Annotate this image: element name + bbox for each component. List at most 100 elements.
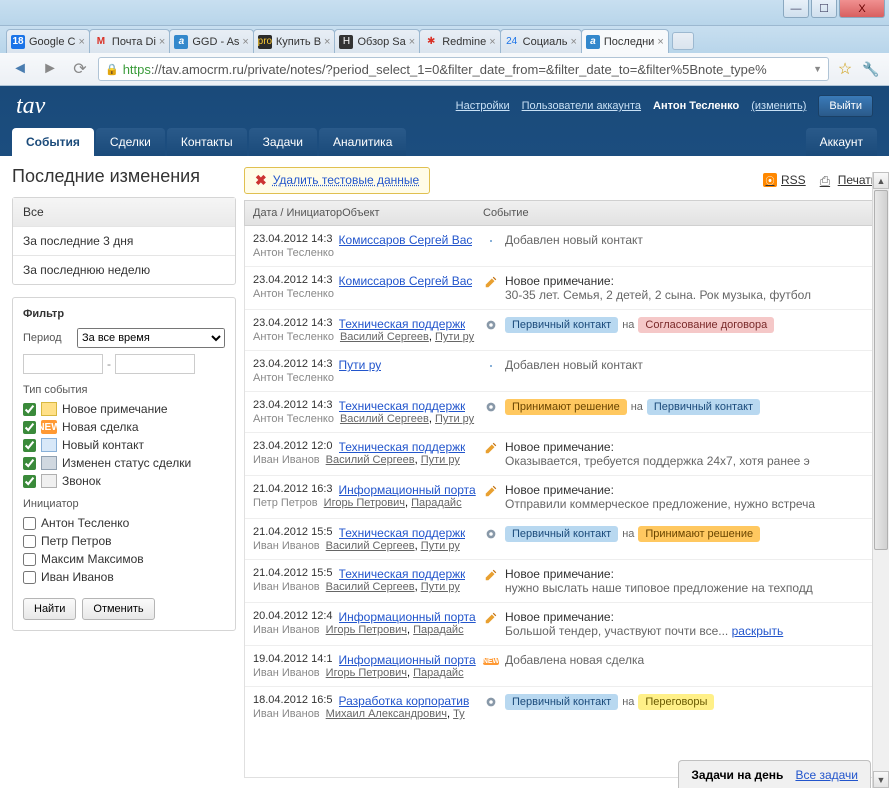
tab-close-icon[interactable]: × xyxy=(75,36,84,48)
event-sub-link[interactable]: Парадайс xyxy=(413,624,463,636)
chk-initiator[interactable] xyxy=(23,517,36,530)
tab-events[interactable]: События xyxy=(12,128,94,156)
chk-contact[interactable] xyxy=(23,439,36,452)
event-sub-link[interactable]: Василий Сергеев xyxy=(340,331,429,343)
reload-button[interactable]: ⟳ xyxy=(68,57,92,81)
event-sub-link[interactable]: Парадайс xyxy=(413,667,463,679)
tab-close-icon[interactable]: × xyxy=(156,36,165,48)
event-object-link[interactable]: Комиссаров Сергей Вас xyxy=(339,233,473,247)
event-sub-link[interactable]: Пути ру xyxy=(435,413,474,425)
chk-call[interactable] xyxy=(23,475,36,488)
page-scrollbar[interactable]: ▲ ▼ xyxy=(872,172,889,788)
chk-status[interactable] xyxy=(23,457,36,470)
event-sub-link[interactable]: Василий Сергеев xyxy=(326,454,415,466)
window-maximize[interactable]: ☐ xyxy=(811,0,837,18)
change-user-link[interactable]: (изменить) xyxy=(751,100,806,112)
event-sub-link[interactable]: Пути ру xyxy=(421,581,460,593)
event-sub-link[interactable]: Василий Сергеев xyxy=(326,581,415,593)
find-button[interactable]: Найти xyxy=(23,598,76,620)
browser-tab[interactable]: HОбзор Sa× xyxy=(334,29,420,53)
event-row: 20.04.2012 12:4Информационный порта Иван… xyxy=(245,602,876,645)
window-minimize[interactable]: — xyxy=(783,0,809,18)
browser-tab[interactable]: aПоследни× xyxy=(581,29,669,53)
event-object-link[interactable]: Техническая поддержк xyxy=(339,317,466,331)
scroll-thumb[interactable] xyxy=(874,190,888,550)
tab-close-icon[interactable]: × xyxy=(239,36,248,48)
forward-button[interactable]: ► xyxy=(38,57,62,81)
scroll-up-button[interactable]: ▲ xyxy=(873,172,889,189)
event-object-link[interactable]: Информационный порта xyxy=(339,483,476,497)
bookmark-star-icon[interactable]: ☆ xyxy=(835,59,855,79)
event-sub-link[interactable]: Василий Сергеев xyxy=(340,413,429,425)
tab-close-icon[interactable]: × xyxy=(406,36,415,48)
event-sub-link[interactable]: Игорь Петрович xyxy=(326,667,407,679)
tab-close-icon[interactable]: × xyxy=(654,36,663,48)
window-close[interactable]: X xyxy=(839,0,885,18)
expand-link[interactable]: раскрыть xyxy=(732,624,784,638)
event-sub-link[interactable]: Игорь Петрович xyxy=(326,624,407,636)
scroll-down-button[interactable]: ▼ xyxy=(873,771,889,788)
event-object-link[interactable]: Техническая поддержк xyxy=(339,526,466,540)
url-scheme: https xyxy=(123,62,151,77)
date-from-input[interactable] xyxy=(23,354,103,374)
chk-initiator[interactable] xyxy=(23,553,36,566)
event-sub-link[interactable]: Пути ру xyxy=(421,454,460,466)
url-dropdown-icon[interactable]: ▼ xyxy=(809,64,822,74)
url-input[interactable]: 🔒 https://tav.amocrm.ru/private/notes/?p… xyxy=(98,57,829,81)
event-object-link[interactable]: Информационный порта xyxy=(339,653,476,667)
event-object-link[interactable]: Техническая поддержк xyxy=(339,567,466,581)
event-sub-link[interactable]: Ту xyxy=(453,708,465,720)
tab-contacts[interactable]: Контакты xyxy=(167,128,247,156)
cancel-button[interactable]: Отменить xyxy=(82,598,154,620)
tab-close-icon[interactable]: × xyxy=(486,36,495,48)
settings-wrench-icon[interactable]: 🔧 xyxy=(861,59,881,79)
event-sub-link[interactable]: Пути ру xyxy=(435,331,474,343)
event-initiator: Антон Тесленко xyxy=(253,372,334,384)
event-object-link[interactable]: Информационный порта xyxy=(339,610,476,624)
tab-close-icon[interactable]: × xyxy=(321,36,330,48)
all-tasks-link[interactable]: Все задачи xyxy=(795,768,858,782)
browser-tab[interactable]: 24Социаль× xyxy=(500,29,582,53)
chk-note[interactable] xyxy=(23,403,36,416)
status-tag: Принимают решение xyxy=(505,399,627,415)
back-button[interactable]: ◄ xyxy=(8,57,32,81)
browser-tab[interactable]: proКупить В× xyxy=(253,29,336,53)
delete-test-data-link[interactable]: Удалить тестовые данные xyxy=(273,173,419,187)
settings-link[interactable]: Настройки xyxy=(456,100,510,112)
date-to-input[interactable] xyxy=(115,354,195,374)
browser-tab[interactable]: ✱Redmine× xyxy=(419,29,500,53)
event-object-link[interactable]: Разработка корпоратив xyxy=(339,694,470,708)
event-sub-link[interactable]: Василий Сергеев xyxy=(326,540,415,552)
chk-deal[interactable] xyxy=(23,421,36,434)
tab-analytics[interactable]: Аналитика xyxy=(319,128,406,156)
tab-tasks[interactable]: Задачи xyxy=(249,128,317,156)
tab-account[interactable]: Аккаунт xyxy=(806,128,877,156)
event-sub-link[interactable]: Игорь Петрович xyxy=(324,497,405,509)
event-sub-link[interactable]: Парадайс xyxy=(411,497,461,509)
rss-link[interactable]: ⦿RSS xyxy=(763,173,806,187)
account-users-link[interactable]: Пользователи аккаунта xyxy=(522,100,641,112)
logout-button[interactable]: Выйти xyxy=(818,95,873,117)
event-sub-link[interactable]: Михаил Александрович xyxy=(326,708,447,720)
browser-tab[interactable]: 18Google C× xyxy=(6,29,90,53)
quick-filter-week[interactable]: За последнюю неделю xyxy=(13,255,235,284)
chk-initiator[interactable] xyxy=(23,535,36,548)
tab-deals[interactable]: Сделки xyxy=(96,128,165,156)
chk-initiator[interactable] xyxy=(23,571,36,584)
event-object-link[interactable]: Пути ру xyxy=(339,358,382,372)
event-list[interactable]: 23.04.2012 14:3Комиссаров Сергей Вас Ант… xyxy=(244,226,877,778)
event-sub-link[interactable]: Пути ру xyxy=(421,540,460,552)
new-tab-button[interactable] xyxy=(672,32,694,50)
quick-filter-3days[interactable]: За последние 3 дня xyxy=(13,226,235,255)
event-object-link[interactable]: Комиссаров Сергей Вас xyxy=(339,274,473,288)
period-select[interactable]: За все время xyxy=(77,328,225,348)
browser-tab[interactable]: MПочта Di× xyxy=(89,29,170,53)
event-object-link[interactable]: Техническая поддержк xyxy=(339,440,466,454)
tasks-bar[interactable]: Задачи на день Все задачи xyxy=(678,760,871,788)
close-icon[interactable]: ✖ xyxy=(255,172,267,189)
event-object-link[interactable]: Техническая поддержк xyxy=(339,399,466,413)
tab-close-icon[interactable]: × xyxy=(567,36,576,48)
print-link[interactable]: ⎙Печать xyxy=(820,173,877,187)
quick-filter-all[interactable]: Все xyxy=(13,198,235,226)
browser-tab[interactable]: aGGD - As× xyxy=(169,29,254,53)
